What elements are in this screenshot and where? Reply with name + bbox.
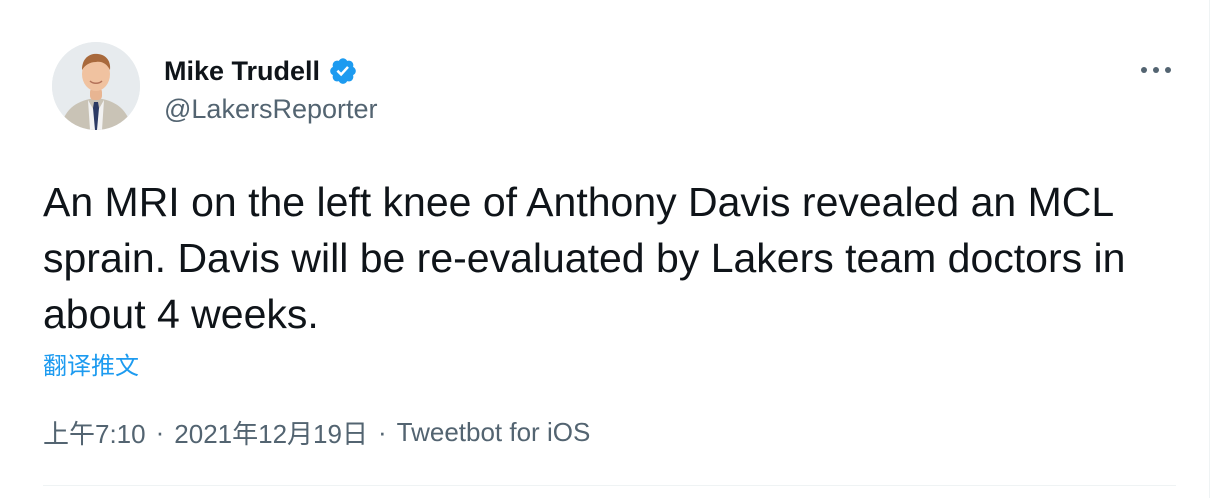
tweet-meta: 上午7:10 · 2021年12月19日 · Tweetbot for iOS — [43, 414, 590, 451]
tweet-card: Mike Trudell @LakersReporter An MRI on t… — [0, 0, 1210, 498]
author-name[interactable]: Mike Trudell — [164, 56, 320, 87]
meta-separator: · — [155, 417, 165, 447]
avatar-image — [52, 42, 140, 130]
tweet-source[interactable]: Tweetbot for iOS — [397, 417, 591, 448]
tweet-time[interactable]: 上午7:10 — [43, 414, 146, 451]
verified-badge-icon — [328, 56, 358, 86]
tweet-date[interactable]: 2021年12月19日 — [174, 414, 368, 451]
translate-tweet-link[interactable]: 翻译推文 — [43, 346, 139, 381]
more-horizontal-icon — [1141, 67, 1171, 73]
meta-separator: · — [377, 417, 387, 447]
avatar[interactable] — [52, 42, 140, 130]
divider — [43, 485, 1176, 486]
author-handle[interactable]: @LakersReporter — [164, 94, 378, 125]
tweet-text: An MRI on the left knee of Anthony Davis… — [43, 179, 1126, 337]
more-options-button[interactable] — [1136, 52, 1176, 88]
author-name-row[interactable]: Mike Trudell — [164, 54, 358, 88]
